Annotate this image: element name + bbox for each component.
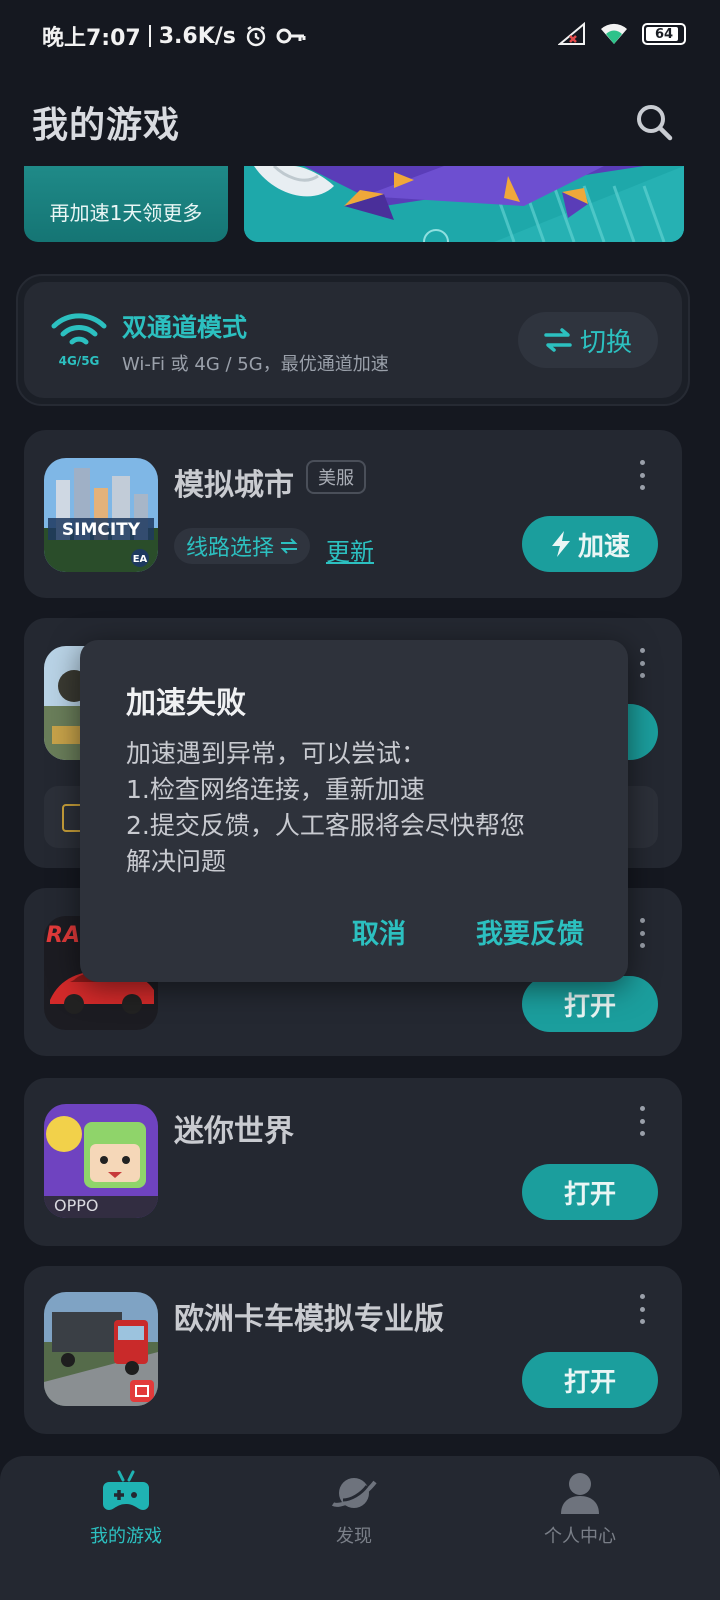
open-game-button[interactable]: 打开 bbox=[522, 1352, 658, 1408]
update-link[interactable]: 更新 bbox=[326, 532, 374, 567]
battery-level: 64 bbox=[654, 26, 674, 42]
dual-channel-title: 双通道模式 bbox=[122, 313, 248, 342]
alarm-icon bbox=[246, 26, 266, 47]
dual-channel-wifi-icon: 4G/5G bbox=[50, 312, 108, 368]
game-icon-euro-truck[interactable] bbox=[44, 1292, 158, 1406]
more-options-icon[interactable] bbox=[632, 1106, 652, 1136]
status-divider bbox=[148, 25, 151, 47]
promo-banner-right[interactable] bbox=[244, 166, 684, 242]
switch-channel-button[interactable]: 切换 bbox=[518, 312, 658, 368]
game-icon-mini-world[interactable]: OPPO bbox=[44, 1104, 158, 1218]
nav-label-my-games: 我的游戏 bbox=[90, 1526, 162, 1547]
more-options-icon[interactable] bbox=[632, 1294, 652, 1324]
dual-channel-subtitle: Wi-Fi 或 4G / 5G，最优通道加速 bbox=[122, 354, 389, 375]
battery-icon: 64 bbox=[642, 23, 686, 45]
dialog-line: 2.提交反馈，人工客服将会尽快帮您 bbox=[126, 811, 525, 840]
dialog-line: 加速遇到异常，可以尝试： bbox=[126, 739, 427, 768]
nav-label-profile: 个人中心 bbox=[544, 1526, 616, 1547]
dialog-feedback-button[interactable]: 我要反馈 bbox=[476, 912, 584, 951]
network-speed: 3.6K/s bbox=[158, 23, 236, 49]
nav-item-my-games[interactable]: 我的游戏 bbox=[46, 1470, 206, 1548]
signal-icon bbox=[558, 22, 585, 45]
game-title-mini-world: 迷你世界 bbox=[174, 1114, 294, 1149]
route-select-label: 线路选择 bbox=[186, 536, 275, 561]
svg-text:EA: EA bbox=[133, 554, 148, 565]
dual-channel-icon-label: 4G/5G bbox=[58, 354, 100, 368]
dialog-line: 解决问题 bbox=[126, 847, 227, 876]
dialog-line: 1.检查网络连接，重新加速 bbox=[126, 775, 425, 804]
status-bar-right: 64 bbox=[558, 22, 686, 46]
nav-item-profile[interactable]: 个人中心 bbox=[500, 1470, 660, 1548]
server-badge: 美服 bbox=[306, 460, 366, 494]
status-time: 晚上7:07 bbox=[42, 26, 141, 51]
banner-illustration bbox=[244, 166, 684, 242]
game-icon-simcity[interactable]: SIMCITY EA bbox=[44, 458, 158, 572]
person-icon bbox=[561, 1473, 599, 1514]
promo-banner-left[interactable]: 再加速1天领更多 bbox=[24, 166, 228, 242]
svg-text:SIMCITY: SIMCITY bbox=[62, 520, 141, 540]
game-title-simcity: 模拟城市 bbox=[174, 468, 294, 503]
status-bar-left: 晚上7:07 3.6K/s bbox=[42, 20, 306, 52]
wifi-status-icon bbox=[601, 23, 627, 44]
accelerate-button[interactable]: 加速 bbox=[522, 516, 658, 572]
more-options-icon[interactable] bbox=[632, 918, 652, 948]
dialog-cancel-button[interactable]: 取消 bbox=[352, 912, 406, 951]
promo-banner-label: 再加速1天领更多 bbox=[49, 201, 203, 225]
page-title: 我的游戏 bbox=[32, 105, 181, 146]
planet-icon bbox=[331, 1478, 377, 1508]
game-title-euro-truck: 欧洲卡车模拟专业版 bbox=[174, 1302, 444, 1337]
dialog-title: 加速失败 bbox=[126, 686, 246, 721]
svg-text:RA: RA bbox=[46, 923, 80, 948]
open-game-button[interactable]: 打开 bbox=[522, 1164, 658, 1220]
swap-arrows-icon bbox=[544, 328, 572, 352]
vpn-key-icon bbox=[276, 28, 306, 44]
dialog-message: 加速遇到异常，可以尝试： 1.检查网络连接，重新加速 2.提交反馈，人工客服将会… bbox=[126, 736, 596, 880]
search-icon[interactable] bbox=[632, 100, 676, 144]
gamepad-icon bbox=[103, 1470, 149, 1510]
nav-item-discover[interactable]: 发现 bbox=[274, 1470, 434, 1548]
nav-label-discover: 发现 bbox=[336, 1526, 372, 1547]
accelerate-label: 加速 bbox=[577, 531, 630, 562]
lightning-icon bbox=[551, 531, 570, 557]
route-select-button[interactable]: 线路选择 bbox=[174, 528, 311, 564]
swap-icon bbox=[280, 538, 298, 554]
more-options-icon[interactable] bbox=[632, 460, 652, 490]
switch-channel-label: 切换 bbox=[579, 327, 632, 358]
platform-label: OPPO bbox=[54, 1196, 99, 1215]
more-options-icon[interactable] bbox=[632, 648, 652, 678]
open-game-button[interactable]: 打开 bbox=[522, 976, 658, 1032]
